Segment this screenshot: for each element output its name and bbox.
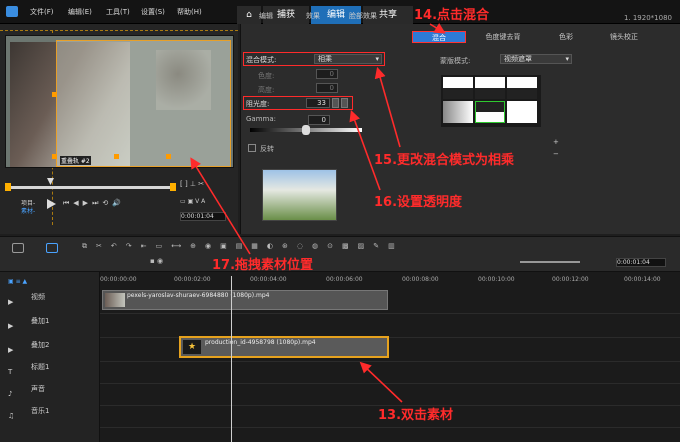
arrow-to-blend-tab (429, 23, 446, 34)
arrow-to-preview (190, 157, 251, 255)
arrow-to-opacity (349, 109, 381, 191)
annotation-arrows (190, 23, 446, 403)
arrow-to-blend-mode (374, 66, 401, 148)
arrow-to-overlay-clip (359, 361, 403, 403)
